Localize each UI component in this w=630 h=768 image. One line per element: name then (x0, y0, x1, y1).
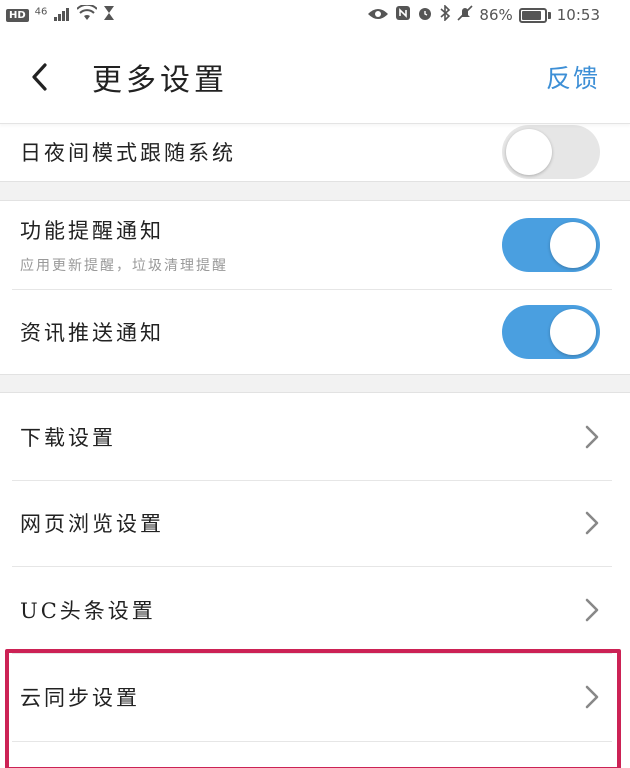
notification-group: 功能提醒通知 应用更新提醒，垃圾清理提醒 资讯推送通知 (0, 200, 630, 375)
header: 更多设置 反馈 (0, 30, 630, 124)
battery-icon (518, 7, 551, 23)
download-settings-row[interactable]: 下载设置 (0, 393, 630, 480)
feature-notify-row[interactable]: 功能提醒通知 应用更新提醒，垃圾清理提醒 (0, 201, 630, 289)
eye-icon (367, 6, 389, 25)
signal-icon: 46 (35, 6, 71, 25)
download-settings-label: 下载设置 (20, 425, 116, 450)
chevron-right-icon (585, 511, 599, 535)
status-right: 86% 10:53 (367, 4, 600, 25)
web-browse-settings-label: 网页浏览设置 (20, 512, 164, 536)
nfc-icon (395, 5, 411, 25)
page-title: 更多设置 (92, 62, 228, 98)
settings-list-group: 下载设置 网页浏览设置 UC头条设置 云同步设置 (0, 392, 630, 768)
feedback-button[interactable]: 反馈 (546, 59, 600, 95)
hd-badge: HD (6, 8, 29, 22)
feature-notify-subtitle: 应用更新提醒，垃圾清理提醒 (20, 258, 228, 274)
news-push-row[interactable]: 资讯推送通知 (0, 289, 630, 375)
news-push-toggle[interactable] (502, 305, 600, 359)
hourglass-icon (103, 5, 115, 25)
uc-headline-settings-row[interactable]: UC头条设置 (0, 566, 630, 653)
status-bar: HD 46 86% 10:53 (0, 0, 630, 30)
mute-icon (457, 5, 473, 25)
day-night-label: 日夜间模式跟随系统 (20, 141, 236, 165)
next-settings-row[interactable] (0, 741, 630, 768)
cloud-sync-settings-label: 云同步设置 (20, 686, 140, 710)
uc-headline-settings-label: UC头条设置 (20, 598, 156, 623)
clock: 10:53 (556, 6, 600, 24)
wifi-icon (75, 3, 98, 25)
feature-notify-label: 功能提醒通知 (20, 219, 164, 243)
status-left: HD 46 (6, 3, 115, 25)
feature-notify-toggle[interactable] (502, 218, 600, 272)
chevron-left-icon (32, 62, 47, 91)
back-button[interactable] (20, 57, 60, 97)
network-type: 46 (34, 6, 48, 18)
bluetooth-icon (439, 4, 451, 25)
battery-percent: 86% (479, 6, 513, 24)
alarm-icon (417, 5, 433, 25)
web-browse-settings-row[interactable]: 网页浏览设置 (0, 480, 630, 566)
chevron-right-icon (585, 425, 599, 448)
cloud-sync-settings-row[interactable]: 云同步设置 (0, 653, 630, 741)
chevron-right-icon (585, 598, 599, 621)
chevron-right-icon (585, 685, 599, 709)
news-push-label: 资讯推送通知 (20, 321, 164, 345)
day-night-toggle[interactable] (502, 125, 600, 179)
